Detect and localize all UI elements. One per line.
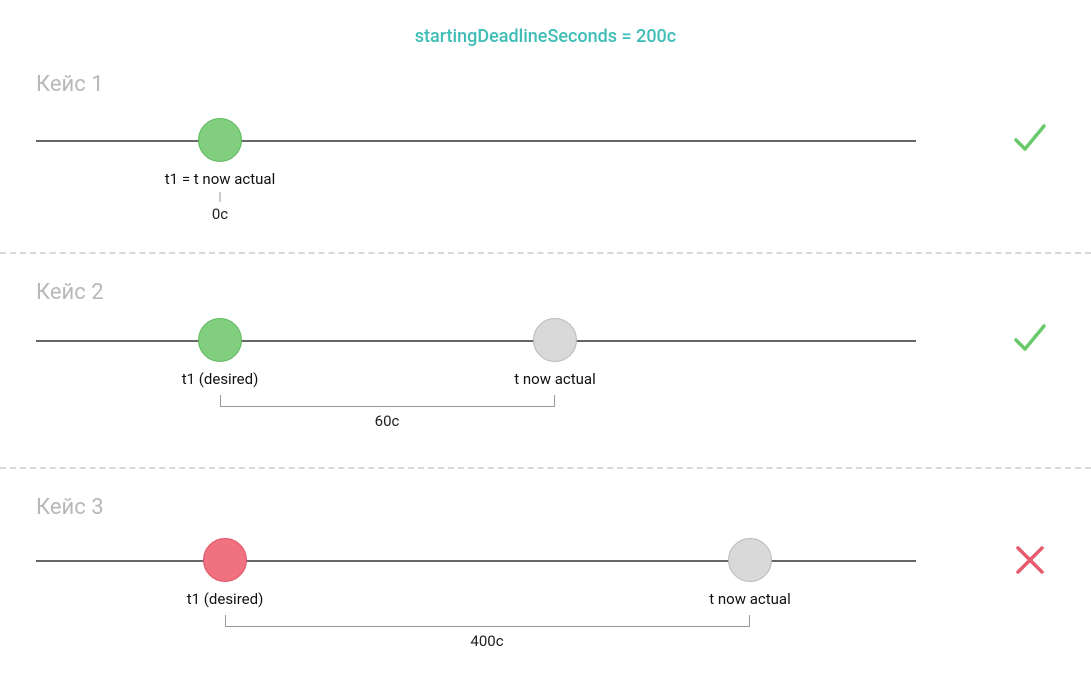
case2-bracket xyxy=(220,395,555,407)
case1-label: Кейс 1 xyxy=(36,72,104,97)
case1-tick xyxy=(220,192,221,202)
case3-bracket xyxy=(225,615,750,627)
checkmark-icon xyxy=(1010,118,1050,158)
case3-label: Кейс 3 xyxy=(36,495,104,520)
case3-tnow-label: t now actual xyxy=(709,590,790,608)
case1-duration: 0c xyxy=(212,205,228,223)
case2-tnow-label: t now actual xyxy=(514,370,595,388)
case1-t1-dot xyxy=(198,118,242,162)
cross-icon xyxy=(1010,540,1050,580)
case2-duration: 60c xyxy=(375,412,400,430)
case1-t1-label: t1 = t now actual xyxy=(165,170,275,188)
case2-timeline xyxy=(36,340,916,342)
diagram-title: startingDeadlineSeconds = 200c xyxy=(0,26,1091,47)
case3-t1-dot xyxy=(203,538,247,582)
divider-1 xyxy=(0,252,1091,254)
checkmark-icon xyxy=(1010,318,1050,358)
case2-label: Кейс 2 xyxy=(36,280,104,305)
divider-2 xyxy=(0,467,1091,469)
case3-duration: 400c xyxy=(470,632,503,650)
case2-t1-dot xyxy=(198,318,242,362)
case2-tnow-dot xyxy=(533,318,577,362)
case1-timeline xyxy=(36,140,916,142)
case3-tnow-dot xyxy=(728,538,772,582)
case2-t1-label: t1 (desired) xyxy=(182,370,259,388)
case3-t1-label: t1 (desired) xyxy=(187,590,264,608)
case3-timeline xyxy=(36,560,916,562)
